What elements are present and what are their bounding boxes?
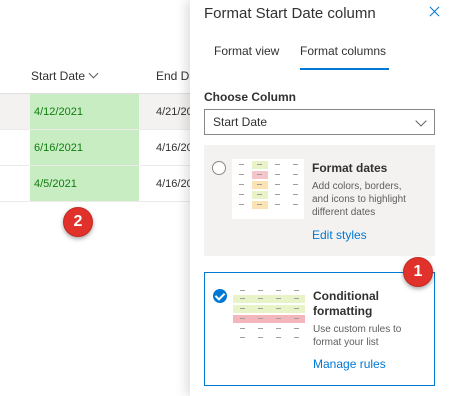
format-dates-card[interactable]: Format dates Add colors, borders, and ic… bbox=[204, 145, 435, 256]
format-dates-thumbnail bbox=[232, 159, 304, 219]
tab-format-view[interactable]: Format view bbox=[214, 44, 279, 58]
start-date-value: 4/5/2021 bbox=[34, 178, 77, 190]
panel-title: Format Start Date column bbox=[204, 5, 376, 22]
tab-format-columns[interactable]: Format columns bbox=[300, 44, 386, 58]
end-date-cell: 4/21/20 bbox=[156, 94, 193, 130]
step-badge-1: 1 bbox=[403, 257, 433, 287]
list-view: Start Date End Da 4/12/2021 4/21/20 6/16… bbox=[0, 0, 196, 396]
conditional-formatting-thumbnail bbox=[233, 287, 305, 343]
card-title-line: Conditional bbox=[313, 289, 379, 303]
column-header-start-date[interactable]: Start Date bbox=[31, 66, 98, 86]
card-description-line: Add colors, borders, bbox=[312, 181, 402, 192]
start-date-cell: 6/16/2021 bbox=[30, 130, 139, 166]
card-description-line: format your list bbox=[313, 337, 379, 348]
column-header-label: Start Date bbox=[31, 69, 86, 83]
chevron-down-icon bbox=[90, 70, 98, 78]
step-badge-2: 2 bbox=[63, 207, 93, 237]
manage-rules-link[interactable]: Manage rules bbox=[313, 357, 386, 371]
edit-styles-link[interactable]: Edit styles bbox=[312, 228, 367, 242]
card-description-line: Use custom rules to bbox=[313, 324, 402, 335]
start-date-cell: 4/12/2021 bbox=[30, 94, 139, 130]
chevron-down-icon bbox=[415, 115, 427, 127]
end-date-cell: 4/16/20 bbox=[156, 130, 193, 166]
end-date-value: 4/16/20 bbox=[156, 178, 193, 190]
dropdown-selected-value: Start Date bbox=[213, 115, 268, 129]
format-column-panel: Format Start Date column Format view For… bbox=[190, 0, 450, 396]
table-row[interactable]: 4/5/2021 4/16/20 bbox=[0, 166, 196, 202]
card-title: Format dates bbox=[312, 161, 388, 175]
choose-column-label: Choose Column bbox=[204, 90, 296, 104]
radio-unselected[interactable] bbox=[212, 161, 226, 175]
card-description-line: and icons to highlight bbox=[312, 194, 406, 205]
end-date-cell: 4/16/20 bbox=[156, 166, 193, 202]
row-divider bbox=[0, 201, 196, 202]
start-date-cell: 4/5/2021 bbox=[30, 166, 139, 202]
active-tab-indicator bbox=[300, 68, 389, 70]
end-date-value: 4/16/20 bbox=[156, 142, 193, 154]
start-date-value: 4/12/2021 bbox=[34, 106, 83, 118]
close-icon[interactable] bbox=[428, 5, 442, 19]
card-description-line: different dates bbox=[312, 207, 376, 218]
table-row[interactable]: 6/16/2021 4/16/20 bbox=[0, 130, 196, 166]
start-date-value: 6/16/2021 bbox=[34, 142, 83, 154]
checkmark-icon[interactable] bbox=[213, 289, 227, 303]
end-date-value: 4/21/20 bbox=[156, 106, 193, 118]
choose-column-dropdown[interactable]: Start Date bbox=[204, 109, 435, 135]
card-title-line: formatting bbox=[313, 304, 373, 318]
table-row[interactable]: 4/12/2021 4/21/20 bbox=[0, 94, 196, 130]
conditional-formatting-card[interactable]: Conditional formatting Use custom rules … bbox=[204, 272, 435, 386]
